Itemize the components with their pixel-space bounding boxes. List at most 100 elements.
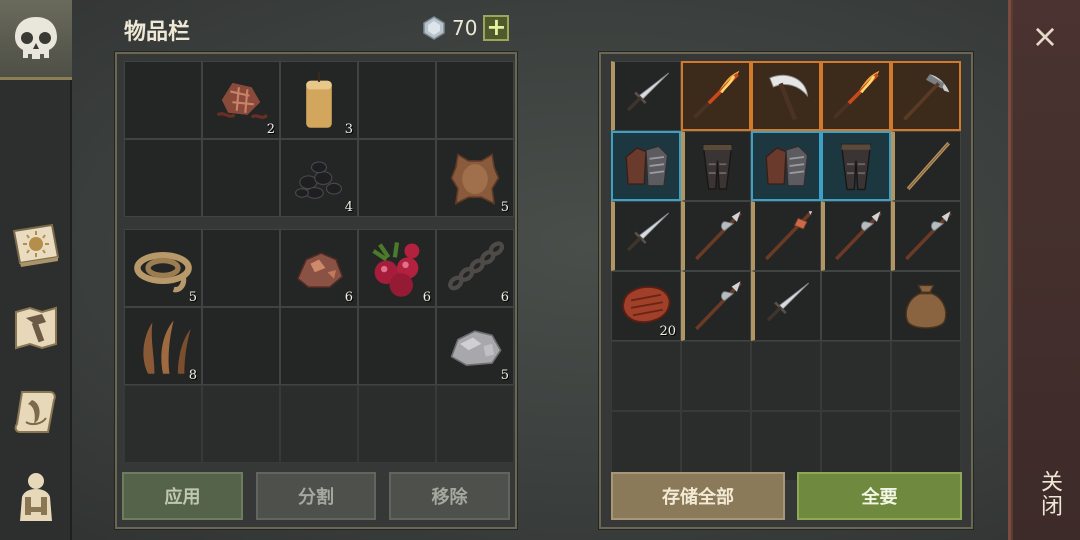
storage-empty-slot[interactable]: [611, 411, 681, 481]
storage-empty-slot[interactable]: [751, 411, 821, 481]
storage-slot[interactable]: [611, 61, 681, 131]
inventory-empty-slot[interactable]: [124, 385, 202, 463]
storage-slot[interactable]: [681, 61, 751, 131]
storage-panel: 20: [599, 52, 973, 529]
leather-scraps-icon: [209, 68, 273, 132]
split-button[interactable]: 分割: [256, 472, 376, 520]
storage-slot[interactable]: [751, 201, 821, 271]
take-all-button[interactable]: 全要: [797, 472, 962, 520]
leg-armor-icon: [691, 138, 744, 194]
storage-empty-slot[interactable]: [681, 411, 751, 481]
storage-slot[interactable]: [821, 61, 891, 131]
inventory-empty-slot[interactable]: [436, 61, 514, 139]
inventory-empty-slot[interactable]: [358, 307, 436, 385]
close-label[interactable]: 关闭: [1029, 470, 1065, 518]
inventory-slot[interactable]: 6: [358, 229, 436, 307]
sword-icon: [621, 208, 674, 264]
nav-journal-button[interactable]: [0, 205, 72, 285]
inventory-grid-bottom: 5 6 6 6 8 5: [124, 229, 514, 463]
inventory-empty-slot[interactable]: [202, 307, 280, 385]
inventory-slot[interactable]: 5: [436, 307, 514, 385]
pickaxe-icon: [899, 69, 953, 123]
inventory-slot[interactable]: 8: [124, 307, 202, 385]
stone-icon: [443, 314, 507, 378]
inventory-empty-slot[interactable]: [202, 385, 280, 463]
inventory-slot[interactable]: 6: [280, 229, 358, 307]
item-quantity: 5: [500, 368, 509, 383]
leg-armor-icon: [829, 139, 883, 193]
berries-icon: [365, 236, 429, 300]
storage-slot[interactable]: 20: [611, 271, 681, 341]
scythe-icon: [759, 69, 813, 123]
storage-slot[interactable]: [891, 131, 961, 201]
nav-quests-button[interactable]: [0, 372, 72, 452]
close-icon[interactable]: ×: [1027, 18, 1063, 54]
add-currency-button[interactable]: +: [483, 15, 510, 41]
inventory-slot[interactable]: 2: [202, 61, 280, 139]
storage-slot[interactable]: [891, 201, 961, 271]
inventory-empty-slot[interactable]: [358, 61, 436, 139]
nav-character-button[interactable]: [0, 455, 72, 535]
inventory-slot[interactable]: 5: [436, 139, 514, 217]
inventory-slot[interactable]: 6: [436, 229, 514, 307]
side-nav: [0, 0, 72, 540]
storage-slot[interactable]: [891, 271, 961, 341]
remove-button[interactable]: 移除: [389, 472, 510, 520]
store-all-button[interactable]: 存储全部: [611, 472, 785, 520]
inventory-empty-slot[interactable]: [358, 385, 436, 463]
storage-empty-slot[interactable]: [821, 411, 891, 481]
storage-slot[interactable]: [821, 131, 891, 201]
inventory-slot[interactable]: 3: [280, 61, 358, 139]
inventory-empty-slot[interactable]: [202, 139, 280, 217]
storage-empty-slot[interactable]: [751, 341, 821, 411]
item-quantity: 6: [500, 290, 509, 305]
sword-icon: [761, 278, 814, 334]
item-quantity: 3: [344, 122, 353, 137]
inventory-empty-slot[interactable]: [124, 139, 202, 217]
storage-slot[interactable]: [611, 131, 681, 201]
storage-empty-slot[interactable]: [891, 411, 961, 481]
storage-slot[interactable]: [751, 131, 821, 201]
mace-spear-icon: [761, 208, 814, 264]
sack-icon: [898, 278, 954, 334]
inventory-slot[interactable]: 4: [280, 139, 358, 217]
storage-empty-slot[interactable]: [821, 271, 891, 341]
inventory-empty-slot[interactable]: [202, 229, 280, 307]
animal-hide-icon: [443, 146, 507, 210]
storage-slot[interactable]: [681, 201, 751, 271]
inventory-empty-slot[interactable]: [280, 307, 358, 385]
item-quantity: 4: [344, 200, 353, 215]
storage-slot[interactable]: [751, 61, 821, 131]
apply-button[interactable]: 应用: [122, 472, 243, 520]
flame-sword-icon: [689, 69, 743, 123]
gauntlets-icon: [619, 139, 673, 193]
inventory-empty-slot[interactable]: [436, 385, 514, 463]
skull-icon: [15, 16, 57, 59]
storage-empty-slot[interactable]: [681, 341, 751, 411]
hammer-map-icon: [15, 306, 57, 350]
storage-slot[interactable]: [681, 271, 751, 341]
inventory-empty-slot[interactable]: [280, 385, 358, 463]
coal-icon: [287, 146, 351, 210]
storage-empty-slot[interactable]: [821, 341, 891, 411]
storage-slot[interactable]: [821, 201, 891, 271]
storage-slot[interactable]: [891, 61, 961, 131]
inventory-empty-slot[interactable]: [124, 61, 202, 139]
storage-empty-slot[interactable]: [891, 341, 961, 411]
storage-slot[interactable]: [681, 131, 751, 201]
nav-crafting-button[interactable]: [0, 288, 72, 368]
plant-fiber-icon: [131, 314, 195, 378]
inventory-slot[interactable]: 5: [124, 229, 202, 307]
inventory-empty-slot[interactable]: [358, 139, 436, 217]
candle-icon: [287, 68, 351, 132]
item-quantity: 5: [188, 290, 197, 305]
storage-empty-slot[interactable]: [611, 341, 681, 411]
storage-slot[interactable]: [751, 271, 821, 341]
inventory-grid-top: 2 3 4 5: [124, 61, 514, 217]
storage-slot[interactable]: [611, 201, 681, 271]
nav-skull-button[interactable]: [0, 0, 72, 80]
item-quantity: 20: [659, 324, 676, 339]
halberd-icon: [831, 208, 884, 264]
close-panel[interactable]: × 关闭: [1008, 0, 1080, 540]
sun-book-icon: [12, 223, 60, 267]
